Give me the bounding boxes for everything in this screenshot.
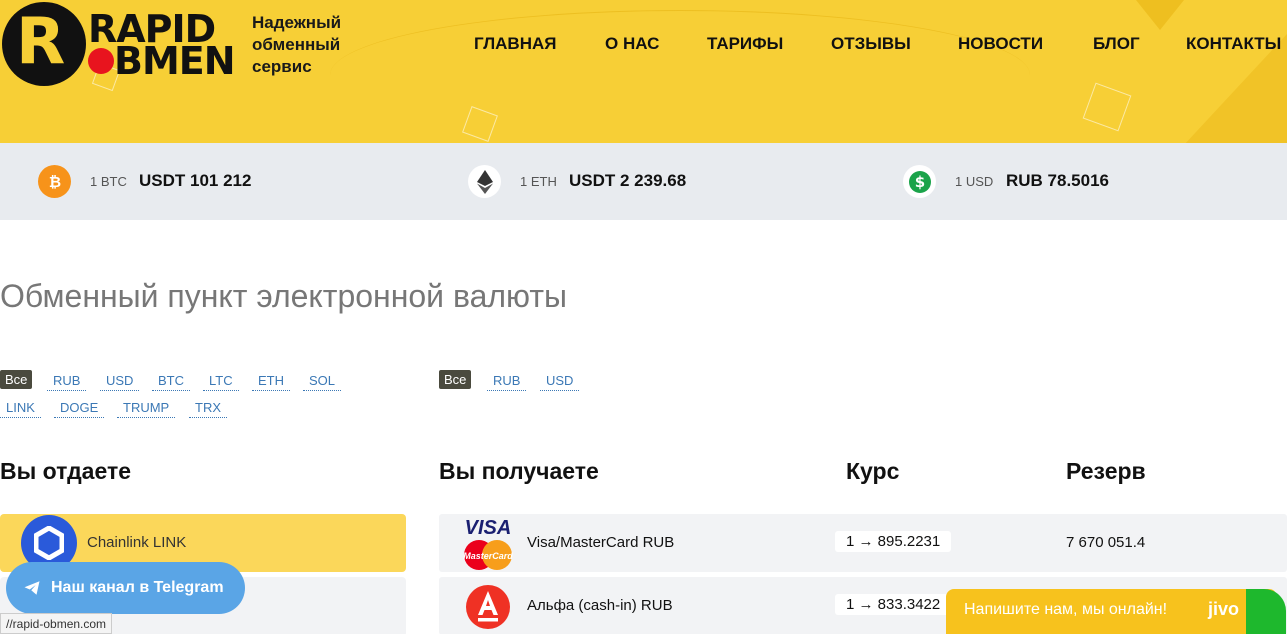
filter-rub[interactable]: RUB <box>47 372 87 391</box>
give-column-header: Вы отдаете <box>0 458 132 484</box>
svg-text:$: $ <box>914 173 924 191</box>
get-row-name: Visa/MasterCard RUB <box>527 534 675 551</box>
site-header: R RAPID BMEN Надежный обменный сервис ГЛ… <box>0 0 1287 143</box>
rates-bar: ₿ 1 BTC USDT 101 212 1 ETH USDT 2 239.68… <box>0 143 1287 220</box>
filter-link[interactable]: LINK <box>0 399 41 418</box>
filter-trx[interactable]: TRX <box>189 399 227 418</box>
filter-rub[interactable]: RUB <box>487 372 527 391</box>
telegram-button-label: Наш канал в Telegram <box>51 579 224 596</box>
rate-value: USDT 2 239.68 <box>569 171 687 190</box>
rate-unit: 1 ETH <box>520 174 557 189</box>
filter-doge[interactable]: DOGE <box>54 399 105 418</box>
get-column-header: Вы получаете <box>439 458 599 484</box>
get-row-reserve: 7 670 051.4 <box>1066 534 1146 551</box>
header-decoration <box>330 10 1030 140</box>
site-logo[interactable]: R RAPID BMEN <box>2 2 236 88</box>
logo-text-bottom: BMEN <box>114 39 236 83</box>
svg-text:VISA: VISA <box>465 517 512 539</box>
get-row-visa-mastercard[interactable]: VISA MasterCard Visa/MasterCard RUB 1 → … <box>439 514 1287 572</box>
chat-status-indicator <box>1246 589 1286 634</box>
nav-news[interactable]: НОВОСТИ <box>958 34 1043 54</box>
filter-eth[interactable]: ETH <box>252 372 290 391</box>
rate-unit: 1 BTC <box>90 174 127 189</box>
logo-letter: R <box>16 5 66 79</box>
give-item-label: Chainlink LINK <box>87 534 187 551</box>
telegram-icon <box>24 581 40 595</box>
rate-value: RUB 78.5016 <box>1006 171 1110 190</box>
nav-blog[interactable]: БЛОГ <box>1093 34 1140 54</box>
chat-widget[interactable]: Напишите нам, мы онлайн! jivo <box>946 589 1286 634</box>
nav-reviews[interactable]: ОТЗЫВЫ <box>831 34 911 54</box>
rate-unit: 1 USD <box>955 174 994 189</box>
get-row-rate: 1 → 833.3422 <box>835 594 952 615</box>
telegram-channel-button[interactable]: Наш канал в Telegram <box>6 562 245 614</box>
nav-home[interactable]: ГЛАВНАЯ <box>474 34 556 54</box>
svg-text:MasterCard: MasterCard <box>463 551 513 561</box>
filter-ltc[interactable]: LTC <box>203 372 239 391</box>
nav-about[interactable]: О НАС <box>605 34 659 54</box>
chat-message: Напишите нам, мы онлайн! <box>964 601 1168 618</box>
get-row-name: Альфа (cash-in) RUB <box>527 597 673 614</box>
logo-dot <box>88 48 114 74</box>
bitcoin-icon: ₿ <box>38 165 71 198</box>
filter-btc[interactable]: BTC <box>152 372 190 391</box>
status-bar-url: //rapid-obmen.com <box>0 613 113 634</box>
alfa-bank-icon <box>459 579 517 633</box>
filter-sol[interactable]: SOL <box>303 372 342 391</box>
cube-decoration <box>1082 82 1132 132</box>
reserve-column-header: Резерв <box>1066 458 1146 484</box>
ethereum-icon <box>468 165 501 198</box>
rate-column-header: Курс <box>846 458 900 484</box>
visa-mastercard-icon: VISA MasterCard <box>459 516 517 570</box>
filter-all[interactable]: Все <box>439 370 472 389</box>
site-tagline: Надежный обменный сервис <box>252 13 342 76</box>
page-title: Обменный пункт электронной валюты <box>0 278 567 314</box>
filter-all[interactable]: Все <box>0 370 33 389</box>
filter-trump[interactable]: TRUMP <box>117 399 176 418</box>
header-decoration <box>1120 0 1200 30</box>
filter-usd[interactable]: USD <box>540 372 580 391</box>
chat-brand: jivo <box>1208 599 1240 619</box>
get-row-rate: 1 → 895.2231 <box>835 531 952 552</box>
filter-usd[interactable]: USD <box>100 372 140 391</box>
dollar-icon: $ <box>903 165 936 198</box>
svg-text:₿: ₿ <box>48 173 60 191</box>
nav-tariffs[interactable]: ТАРИФЫ <box>707 34 783 54</box>
nav-contacts[interactable]: КОНТАКТЫ <box>1186 34 1281 54</box>
rate-value: USDT 101 212 <box>139 171 252 190</box>
